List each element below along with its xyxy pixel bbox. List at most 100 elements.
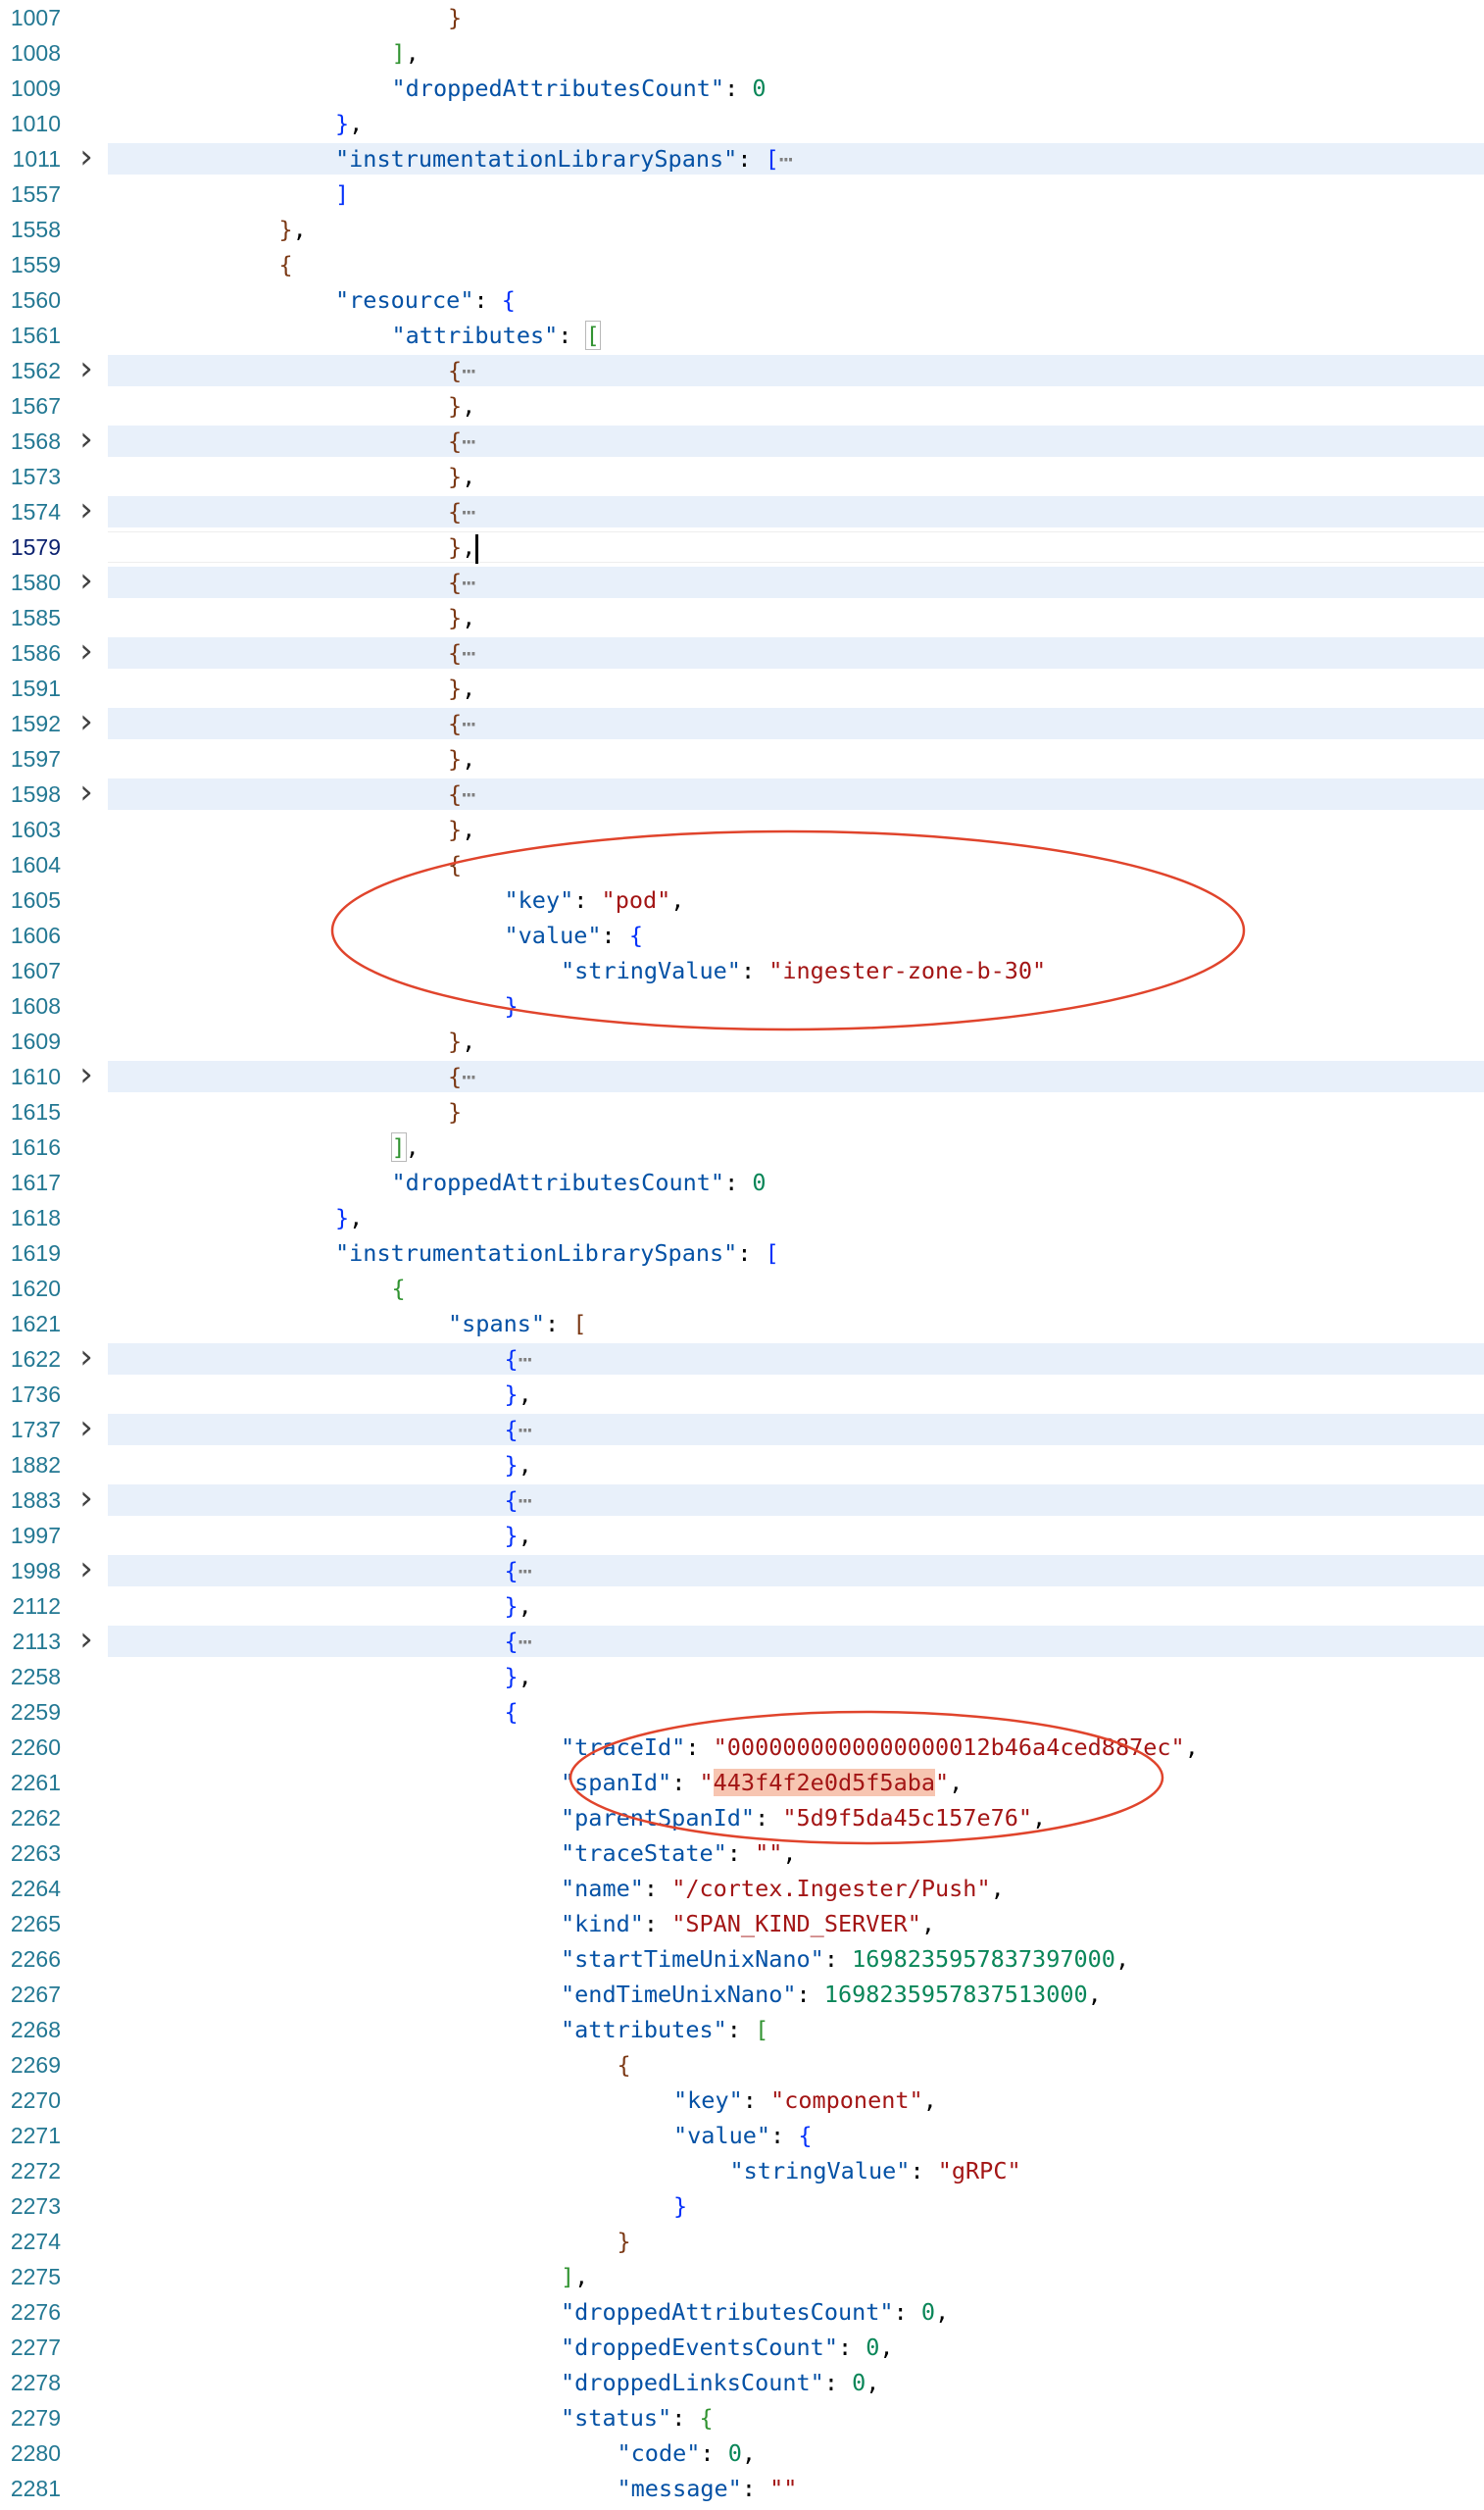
code-line[interactable]: 2271 "value": { [0,2118,1484,2153]
code-line[interactable]: 1605 "key": "pod", [0,882,1484,918]
code-line[interactable]: 1558}, [0,212,1484,247]
code-line[interactable]: 1008], [0,35,1484,71]
folded-code-line[interactable]: 1610 › {⋯ [0,1058,1484,1094]
code-line[interactable]: 1606 "value": { [0,918,1484,953]
chevron-right-icon[interactable]: › [74,705,98,741]
folded-code-line[interactable]: 1580 › {⋯ [0,564,1484,600]
folded-code-line[interactable]: 1883 › {⋯ [0,1481,1484,1518]
code-line[interactable]: 1882}, [0,1447,1484,1482]
code-line[interactable]: 1621 "spans": [ [0,1306,1484,1341]
code-line[interactable]: 2281 "message": "" [0,2471,1484,2506]
code-line[interactable]: 2269 { [0,2047,1484,2083]
code-line[interactable]: 2279 "status": { [0,2400,1484,2435]
code-line[interactable]: 1620 { [0,1271,1484,1306]
line-number: 1615 [10,1099,61,1125]
json-editor[interactable]: 1007} 1008], 1009 "droppedAttributesCount":… [0,0,1484,2510]
folded-code-line[interactable]: 1586 › {⋯ [0,634,1484,671]
code-line[interactable]: 2275], [0,2259,1484,2294]
folded-region-highlight [108,778,1484,810]
code-line[interactable]: 1557] [0,176,1484,212]
folded-region-highlight [108,1555,1484,1586]
chevron-right-icon[interactable]: › [74,423,98,459]
code-line[interactable]: 2266 "startTimeUnixNano": 169823595783739… [0,1941,1484,1977]
code-line[interactable]: 2260 "traceId": "0000000000000000012b46a4… [0,1730,1484,1765]
folded-code-line[interactable]: 1598 › {⋯ [0,776,1484,812]
chevron-right-icon[interactable]: › [74,1058,98,1094]
folded-code-line[interactable]: 1998 › {⋯ [0,1552,1484,1588]
chevron-right-icon[interactable]: › [74,352,98,388]
code-token: "ingester-zone-b-30" [768,957,1047,984]
folded-code-line[interactable]: 1568 › {⋯ [0,423,1484,459]
folded-code-line[interactable]: 1737 › {⋯ [0,1411,1484,1447]
folded-code-line[interactable]: 1562 › {⋯ [0,352,1484,388]
code-line[interactable]: 1573}, [0,459,1484,494]
code-line[interactable]: 2258}, [0,1659,1484,1694]
code-line[interactable]: 2276 "droppedAttributesCount": 0, [0,2294,1484,2330]
code-line[interactable]: 1007} [0,0,1484,35]
chevron-right-icon[interactable]: › [74,1552,98,1588]
code-line[interactable]: 2264 "name": "/cortex.Ingester/Push", [0,1871,1484,1906]
code-line[interactable]: 1604 { [0,847,1484,882]
line-number: 2276 [10,2299,61,2325]
chevron-right-icon[interactable]: › [74,634,98,671]
code-line[interactable]: 1561 "attributes": [ [0,318,1484,353]
code-line[interactable]: 2265 "kind": "SPAN_KIND_SERVER", [0,1906,1484,1941]
code-line[interactable]: 1009 "droppedAttributesCount": 0 [0,71,1484,106]
code-line[interactable]: 2277 "droppedEventsCount": 0, [0,2330,1484,2365]
code-line[interactable]: 1618}, [0,1200,1484,1235]
code-line[interactable]: 1560 "resource": { [0,282,1484,318]
code-line[interactable]: 2270 "key": "component", [0,2083,1484,2118]
chevron-right-icon[interactable]: › [74,776,98,812]
code-line[interactable]: 1607 "stringValue": "ingester-zone-b-30" [0,953,1484,988]
code-token: { [278,251,293,278]
code-line[interactable]: 1597}, [0,741,1484,777]
line-number: 1608 [10,993,61,1019]
code-line[interactable]: 2278 "droppedLinksCount": 0, [0,2365,1484,2400]
code-line[interactable]: 1585}, [0,600,1484,635]
folded-code-line[interactable]: 1574 › {⋯ [0,493,1484,529]
folded-code-line[interactable]: 1622 › {⋯ [0,1340,1484,1377]
folded-code-line[interactable]: 1011 › "instrumentationLibrarySpans": [⋯ [0,140,1484,176]
code-line[interactable]: 2272 "stringValue": "gRPC" [0,2153,1484,2188]
code-line[interactable]: 1617 "droppedAttributesCount": 0 [0,1165,1484,1200]
code-line[interactable]: 1619 "instrumentationLibrarySpans": [ [0,1235,1484,1271]
code-line[interactable]: 2267 "endTimeUnixNano": 16982359578375130… [0,1977,1484,2012]
code-line[interactable]: 2263 "traceState": "", [0,1835,1484,1871]
code-token: { [448,498,463,526]
chevron-right-icon[interactable]: › [74,140,98,176]
code-line[interactable]: 1567}, [0,388,1484,424]
code-text: "stringValue": "gRPC" [730,2153,1021,2188]
code-line[interactable]: 2280 "code": 0, [0,2435,1484,2471]
code-token: , [518,1522,532,1549]
folded-code-line[interactable]: 2113 › {⋯ [0,1623,1484,1659]
code-line[interactable]: 2274} [0,2224,1484,2259]
code-line[interactable]: 1997}, [0,1518,1484,1553]
line-number: 1603 [10,817,61,842]
code-text: "endTimeUnixNano": 1698235957837513000, [561,1977,1102,2012]
code-line[interactable]: 1591}, [0,671,1484,706]
code-line[interactable]: 1608} [0,988,1484,1024]
chevron-right-icon[interactable]: › [74,1623,98,1659]
code-line[interactable]: 2273} [0,2188,1484,2224]
chevron-right-icon[interactable]: › [74,493,98,529]
chevron-right-icon[interactable]: › [74,1411,98,1447]
code-line[interactable]: 1603}, [0,812,1484,847]
code-line[interactable]: 1559 { [0,247,1484,282]
code-line[interactable]: 1736}, [0,1377,1484,1412]
code-token: "value" [673,2122,771,2149]
code-line[interactable]: 2262 "parentSpanId": "5d9f5da45c157e76", [0,1800,1484,1835]
code-line[interactable]: 1579}, [0,529,1484,565]
code-line[interactable]: 2112}, [0,1588,1484,1624]
chevron-right-icon[interactable]: › [74,564,98,600]
code-line[interactable]: 1615} [0,1094,1484,1130]
line-number: 2261 [10,1770,61,1795]
code-line[interactable]: 2259 { [0,1694,1484,1730]
code-line[interactable]: 1010}, [0,106,1484,141]
code-line[interactable]: 2261 "spanId": "443f4f2e0d5f5aba", [0,1765,1484,1800]
chevron-right-icon[interactable]: › [74,1340,98,1377]
folded-code-line[interactable]: 1592 › {⋯ [0,705,1484,741]
code-line[interactable]: 1609}, [0,1024,1484,1059]
chevron-right-icon[interactable]: › [74,1481,98,1518]
code-line[interactable]: 2268 "attributes": [ [0,2012,1484,2047]
code-line[interactable]: 1616], [0,1130,1484,1165]
